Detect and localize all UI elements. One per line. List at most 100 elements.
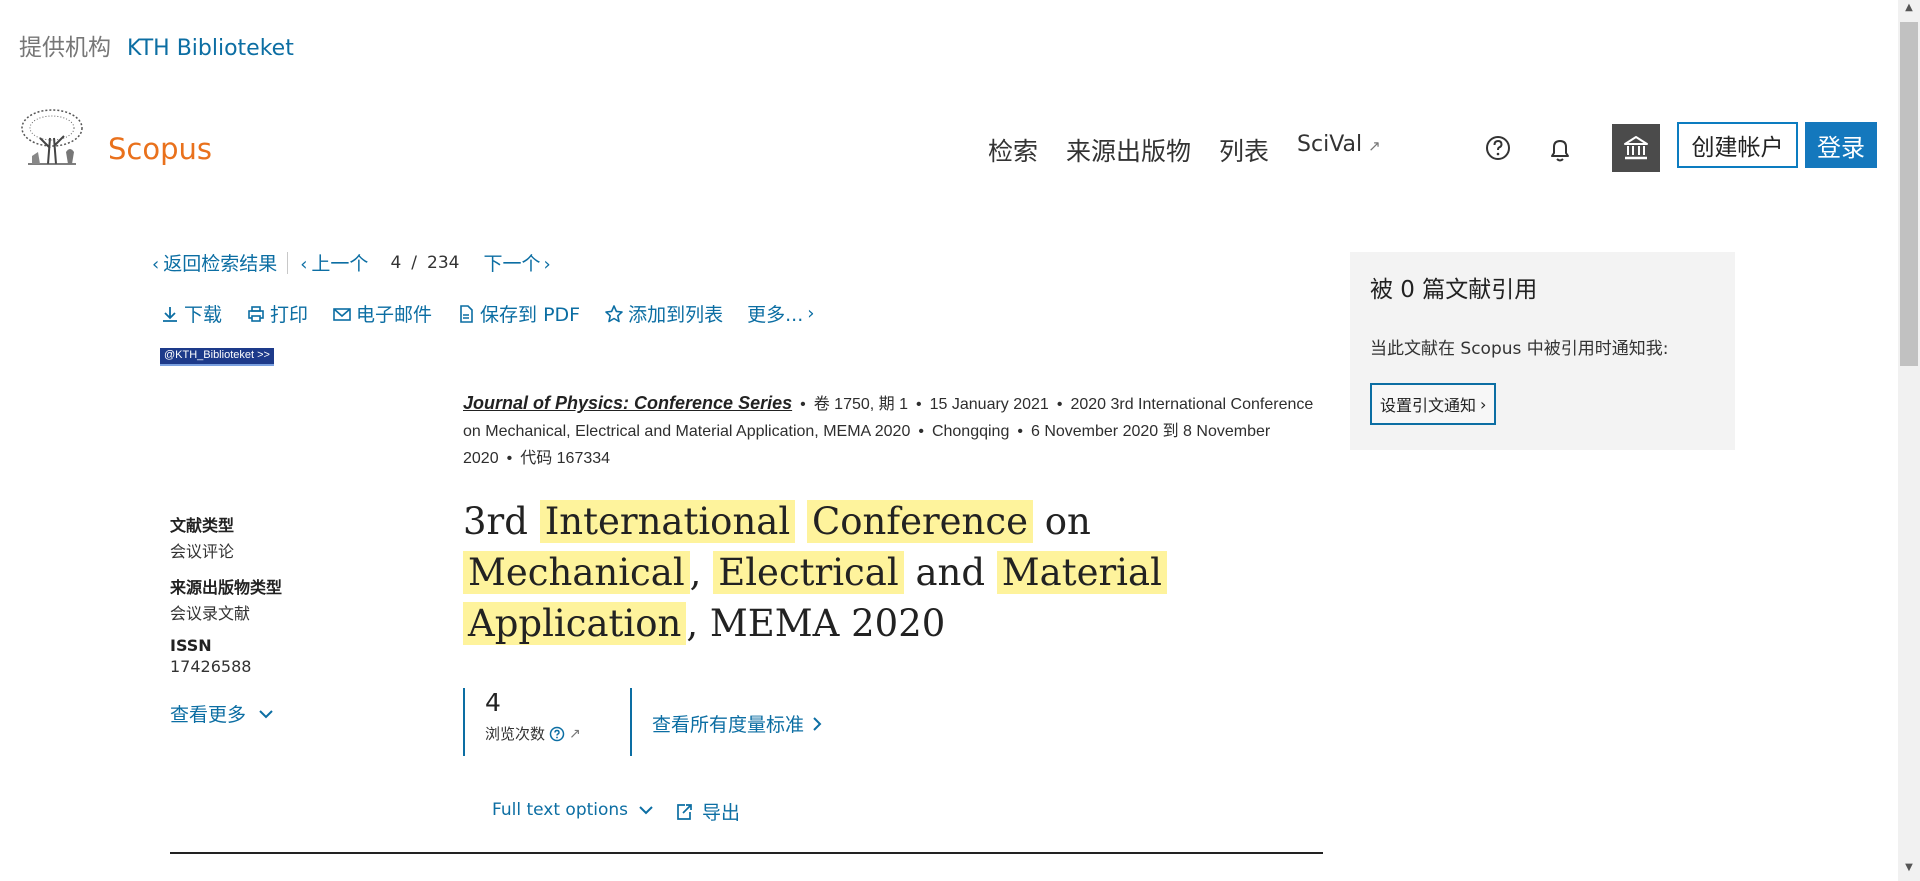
chevron-right-icon: › [1480, 394, 1487, 414]
title-highlight: Mechanical [463, 551, 690, 594]
institution-button[interactable] [1612, 124, 1660, 172]
cited-by-description: 当此文献在 Scopus 中被引用时通知我: [1370, 339, 1669, 359]
more-label: 更多... [747, 304, 804, 326]
result-pager: ‹ 返回检索结果 ‹ 上一个 4 / 234 下一个 › [152, 249, 555, 276]
previous-link[interactable]: ‹ 上一个 [300, 249, 368, 276]
title-highlight: Electrical [713, 551, 904, 594]
result-slash: / [411, 252, 417, 273]
envelope-icon [333, 307, 351, 321]
views-metric: 4 浏览次数 ↗ [463, 688, 633, 756]
add-to-list-button[interactable]: 添加到列表 [604, 300, 723, 327]
bell-icon [1551, 140, 1569, 162]
dot-separator: • [506, 450, 513, 467]
save-pdf-label: 保存到 PDF [480, 304, 581, 326]
full-text-options-button[interactable]: Full text options [492, 800, 654, 820]
chevron-left-icon: ‹ [300, 254, 308, 275]
scroll-up-arrow-icon[interactable]: ▲ [1898, 2, 1920, 20]
publication-date: 15 January 2021 [929, 396, 1049, 413]
volume-issue: 卷 1750, 期 1 [813, 396, 909, 413]
scroll-down-arrow-icon[interactable]: ▼ [1898, 862, 1920, 880]
views-count: 4 [485, 688, 501, 717]
document-type: 文献类型 会议评论 [170, 512, 234, 562]
document-title: 3rd International Conference on Mechanic… [463, 496, 1283, 649]
elsevier-tree-icon [21, 109, 83, 165]
see-more-button[interactable]: 查看更多 [170, 700, 274, 727]
provider-name-link[interactable]: KTH Biblioteket [127, 36, 294, 61]
result-position: 4 / 234 [390, 253, 459, 273]
result-current: 4 [390, 252, 402, 273]
cited-by-panel: 被 0 篇文献引用 当此文献在 Scopus 中被引用时通知我: 设置引文通知 … [1350, 252, 1735, 450]
full-text-options-label: Full text options [492, 800, 629, 820]
chevron-down-icon [259, 709, 273, 718]
view-all-metrics-label: 查看所有度量标准 [652, 714, 805, 736]
title-highlight: Application [463, 602, 687, 645]
star-icon [605, 304, 623, 322]
nav-lists[interactable]: 列表 [1219, 132, 1269, 168]
email-label: 电子邮件 [356, 304, 433, 326]
scrollbar-thumb[interactable] [1900, 22, 1918, 366]
document-toolbar: 下载 打印 电子邮件 保存到 PDF 添加到列表 更多... › [160, 300, 818, 327]
title-word: , [689, 551, 702, 594]
help-button[interactable] [1478, 128, 1518, 168]
nav-scival[interactable]: SciVal ↗ [1297, 132, 1381, 168]
scopus-brand[interactable]: Scopus [108, 132, 212, 166]
provider-label: 提供机构 [19, 35, 111, 61]
kth-library-badge[interactable]: @KTH_Biblioteket >> [160, 348, 274, 366]
source-type-value: 会议录文献 [170, 604, 251, 623]
nav-search[interactable]: 检索 [988, 132, 1038, 168]
chevron-right-icon: › [543, 254, 551, 275]
print-button[interactable]: 打印 [246, 300, 308, 327]
more-button[interactable]: 更多... › [747, 300, 818, 327]
issn-value: 17426588 [170, 657, 252, 676]
source-type-label: 来源出版物类型 [170, 578, 283, 597]
conference-code: 代码 167334 [520, 450, 611, 467]
nav-scival-label: SciVal [1297, 132, 1363, 157]
next-link[interactable]: 下一个 › [483, 249, 554, 276]
see-more-label: 查看更多 [170, 704, 247, 726]
dot-separator: • [918, 423, 924, 440]
document-type-value: 会议评论 [170, 542, 235, 561]
previous-label: 上一个 [311, 253, 369, 275]
title-word: and [915, 551, 986, 594]
create-account-button[interactable]: 创建帐户 [1677, 122, 1798, 168]
printer-icon [248, 305, 264, 322]
back-to-results-link[interactable]: ‹ 返回检索结果 [152, 249, 277, 276]
external-link-icon: ↗ [1368, 137, 1381, 155]
issn: ISSN 17426588 [170, 636, 251, 676]
source-type: 来源出版物类型 会议录文献 [170, 574, 282, 624]
notifications-button[interactable] [1540, 130, 1580, 170]
source-info: Journal of Physics: Conference Series • 卷 … [463, 390, 1323, 472]
conference-city: Chongqing [931, 423, 1010, 440]
title-highlight: Material [996, 551, 1167, 594]
views-label: 浏览次数 [485, 725, 546, 743]
title-highlight: International [539, 500, 796, 543]
download-icon [163, 306, 177, 322]
email-button[interactable]: 电子邮件 [332, 300, 432, 327]
question-circle-icon[interactable] [549, 726, 565, 742]
login-button[interactable]: 登录 [1805, 122, 1877, 168]
question-circle-icon [1486, 136, 1510, 160]
export-icon [677, 803, 692, 820]
dot-separator: • [1056, 396, 1063, 413]
dot-separator: • [916, 396, 922, 413]
cited-by-title: 被 0 篇文献引用 [1370, 277, 1538, 303]
provider-bar: 提供机构 KTH Biblioteket [19, 28, 294, 62]
export-button[interactable]: 导出 [674, 798, 740, 825]
nav-sources[interactable]: 来源出版物 [1066, 132, 1191, 168]
views-label-row: 浏览次数 ↗ [485, 723, 633, 744]
add-to-list-label: 添加到列表 [628, 304, 724, 326]
pager-divider [287, 251, 289, 274]
save-pdf-button[interactable]: 保存到 PDF [456, 300, 580, 327]
main-nav: 检索 来源出版物 列表 SciVal ↗ [988, 132, 1381, 168]
view-all-metrics-link[interactable]: 查看所有度量标准 [652, 710, 822, 737]
title-word: 3rd [463, 500, 528, 543]
elsevier-tree-logo[interactable] [18, 108, 86, 170]
external-link-icon[interactable]: ↗ [569, 726, 581, 742]
download-button[interactable]: 下载 [160, 300, 222, 327]
result-total: 234 [427, 252, 460, 273]
journal-link[interactable]: Journal of Physics: Conference Series [463, 393, 792, 413]
document-type-label: 文献类型 [170, 516, 235, 535]
section-divider [170, 852, 1323, 854]
download-label: 下载 [184, 304, 223, 326]
set-citation-alert-button[interactable]: 设置引文通知 › [1370, 383, 1497, 425]
